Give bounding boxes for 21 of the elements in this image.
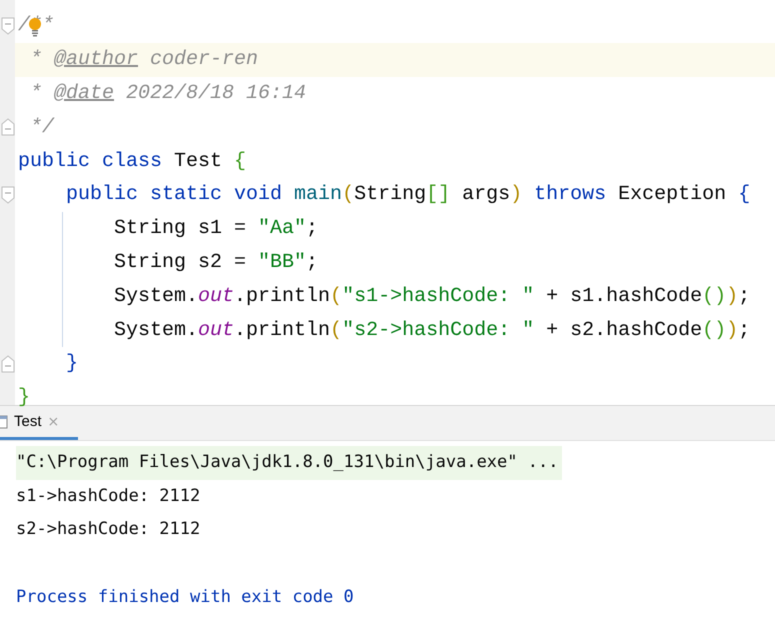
console-line: s1->hashCode: 2112 (16, 484, 202, 508)
fold-marker-icon[interactable] (1, 118, 15, 136)
code-line: public class Test { (18, 150, 246, 173)
code-line: } (66, 352, 78, 376)
fold-marker-icon[interactable] (1, 186, 15, 204)
window-icon (0, 414, 8, 428)
code-line: System.out.println("s2->hashCode: " + s2.hashCode()); (114, 318, 750, 342)
code-line: * @date 2022/8/18 16:14 (29, 82, 306, 105)
code-line: public static void main(String[] args) throws Exception { (66, 183, 750, 206)
code-line: String s2 = "BB"; (114, 250, 318, 274)
code-line: System.out.println("s1->hashCode: " + s1.hashCode()); (114, 284, 750, 308)
fold-marker-icon[interactable] (1, 16, 15, 35)
code-line: String s1 = "Aa"; (114, 217, 318, 240)
code-line: */ (29, 116, 54, 139)
tab-label: Test (14, 413, 42, 430)
run-tab[interactable]: Test × (0, 406, 78, 440)
code-line: * @author coder-ren (29, 48, 258, 72)
fold-marker-icon[interactable] (1, 354, 15, 373)
console-line: Process finished with exit code 0 (16, 586, 355, 608)
code-editor[interactable] (0, 0, 775, 406)
console-line: s2->hashCode: 2112 (16, 518, 202, 541)
